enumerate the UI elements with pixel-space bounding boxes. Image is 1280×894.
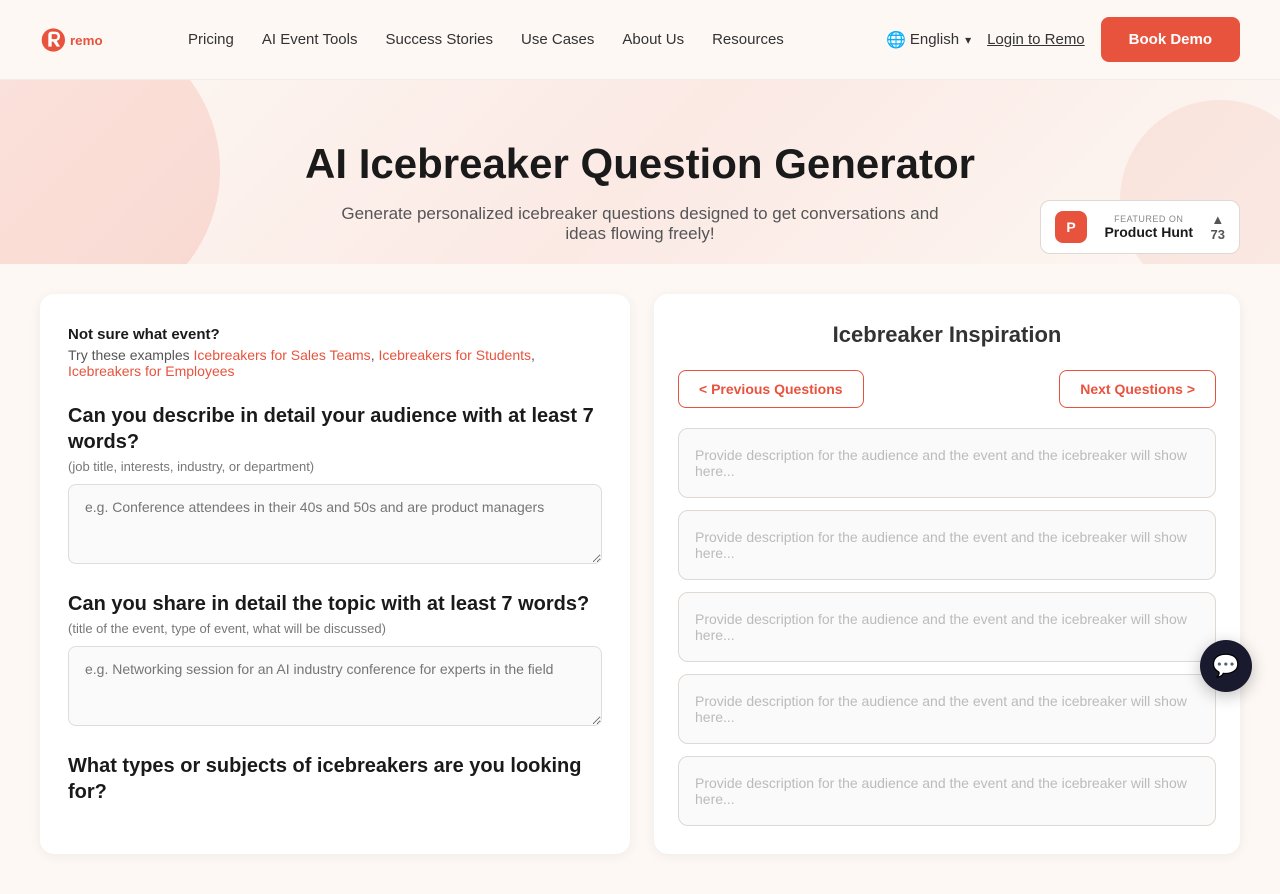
- product-hunt-featured-badge[interactable]: P FEATURED ON Product Hunt ▲ 73: [1040, 200, 1240, 254]
- try-examples-label: Try these examples: [68, 347, 190, 363]
- inspiration-card-3: Provide description for the audience and…: [678, 592, 1216, 662]
- language-selector[interactable]: 🌐 English ▾: [886, 30, 971, 50]
- inspiration-card-1: Provide description for the audience and…: [678, 428, 1216, 498]
- hero-section: AI Icebreaker Question Generator Generat…: [0, 80, 1280, 264]
- hero-subtitle: Generate personalized icebreaker questio…: [330, 204, 950, 244]
- nav-link-ai-event-tools[interactable]: AI Event Tools: [262, 31, 358, 48]
- inspiration-title: Icebreaker Inspiration: [678, 322, 1216, 348]
- language-label: English: [910, 31, 959, 48]
- topic-question-block: Can you share in detail the topic with a…: [68, 591, 602, 731]
- nav-right: 🌐 English ▾ Login to Remo Book Demo: [886, 17, 1240, 62]
- navbar: remo Pricing AI Event Tools Success Stor…: [0, 0, 1280, 80]
- try-examples: Try these examples Icebreakers for Sales…: [68, 347, 602, 379]
- ph-count-number: 73: [1211, 227, 1225, 242]
- nav-link-success-stories[interactable]: Success Stories: [385, 31, 493, 48]
- nav-link-resources[interactable]: Resources: [712, 31, 784, 48]
- previous-questions-button[interactable]: < Previous Questions: [678, 370, 864, 408]
- hero-title: AI Icebreaker Question Generator: [40, 140, 1240, 188]
- topic-question-title: Can you share in detail the topic with a…: [68, 591, 602, 617]
- nav-link-use-cases[interactable]: Use Cases: [521, 31, 594, 48]
- form-panel: Not sure what event? Try these examples …: [40, 294, 630, 854]
- product-hunt-icon-1: P: [1055, 211, 1087, 243]
- product-hunt-badges: P FEATURED ON Product Hunt ▲ 73 P LEAVE …: [1040, 200, 1240, 264]
- nav-link-about-us[interactable]: About Us: [622, 31, 684, 48]
- audience-textarea[interactable]: [68, 484, 602, 564]
- nav-link-pricing[interactable]: Pricing: [188, 31, 234, 48]
- globe-icon: 🌐: [886, 30, 906, 50]
- ph-featured-name: Product Hunt: [1097, 224, 1201, 240]
- inspiration-card-4: Provide description for the audience and…: [678, 674, 1216, 744]
- logo[interactable]: remo: [40, 22, 140, 58]
- chat-widget[interactable]: 💬: [1200, 640, 1252, 692]
- inspiration-cards: Provide description for the audience and…: [678, 428, 1216, 826]
- inspiration-panel: Icebreaker Inspiration < Previous Questi…: [654, 294, 1240, 854]
- main-content: Not sure what event? Try these examples …: [0, 264, 1280, 894]
- ph-badge-text-1: FEATURED ON Product Hunt: [1097, 214, 1201, 240]
- ph-featured-label: FEATURED ON: [1097, 214, 1201, 224]
- example-students[interactable]: Icebreakers for Students: [378, 347, 531, 363]
- inspiration-card-2: Provide description for the audience and…: [678, 510, 1216, 580]
- not-sure-section: Not sure what event? Try these examples …: [68, 326, 602, 379]
- book-demo-button[interactable]: Book Demo: [1101, 17, 1240, 62]
- nav-links: Pricing AI Event Tools Success Stories U…: [188, 31, 854, 48]
- types-question-title: What types or subjects of icebreakers ar…: [68, 753, 602, 805]
- chat-icon: 💬: [1212, 653, 1239, 679]
- next-questions-button[interactable]: Next Questions >: [1059, 370, 1216, 408]
- audience-question-hint: (job title, interests, industry, or depa…: [68, 459, 602, 474]
- login-link[interactable]: Login to Remo: [987, 31, 1085, 48]
- audience-question-block: Can you describe in detail your audience…: [68, 403, 602, 569]
- topic-textarea[interactable]: [68, 646, 602, 726]
- topic-question-hint: (title of the event, type of event, what…: [68, 621, 602, 636]
- not-sure-title: Not sure what event?: [68, 326, 602, 343]
- inspiration-card-5: Provide description for the audience and…: [678, 756, 1216, 826]
- example-sales-teams[interactable]: Icebreakers for Sales Teams: [194, 347, 371, 363]
- audience-question-title: Can you describe in detail your audience…: [68, 403, 602, 455]
- svg-text:remo: remo: [70, 33, 103, 48]
- ph-vote-count: ▲ 73: [1211, 212, 1225, 242]
- inspiration-nav: < Previous Questions Next Questions >: [678, 370, 1216, 408]
- chevron-down-icon: ▾: [965, 33, 971, 47]
- triangle-up-icon: ▲: [1211, 212, 1224, 227]
- example-employees[interactable]: Icebreakers for Employees: [68, 363, 235, 379]
